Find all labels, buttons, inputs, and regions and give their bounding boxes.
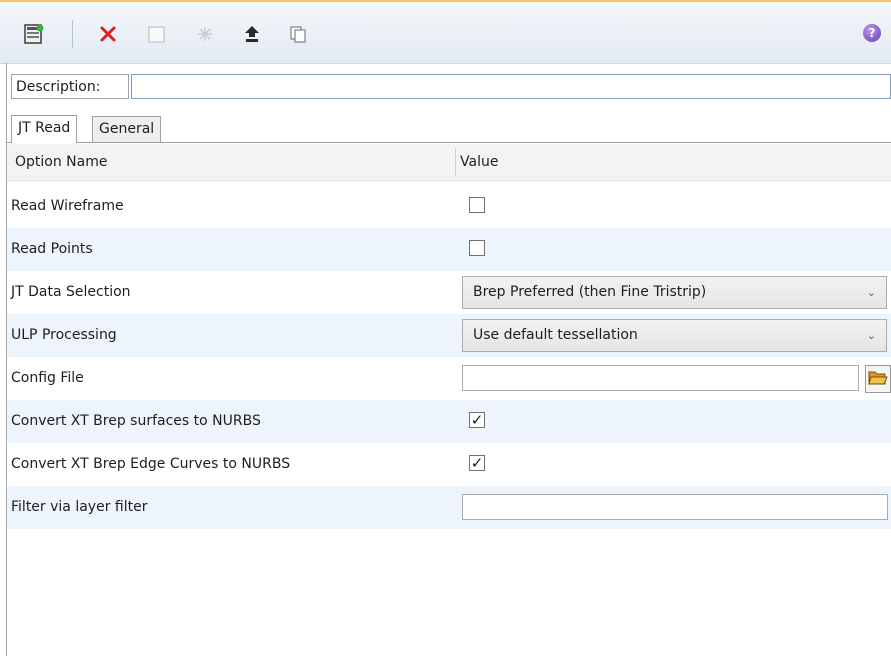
table-row: ULP Processing Use default tessellation … [7,314,891,357]
tab-strip: JT Read General [7,113,891,143]
read-points-checkbox[interactable] [469,240,485,256]
new-option-set-icon[interactable] [22,22,46,46]
tab-underline [7,142,891,143]
option-label: Filter via layer filter [11,499,148,515]
table-row: Filter via layer filter [7,486,891,529]
option-label: Read Wireframe [11,198,124,214]
dropdown-selected-value: Brep Preferred (then Fine Tristrip) [473,284,707,300]
option-value [462,228,887,271]
tab-jt-read[interactable]: JT Read [11,115,78,143]
column-header-value[interactable]: Value [460,144,498,180]
table-row: Read Wireframe [7,185,891,228]
table-row: Convert XT Brep surfaces to NURBS ✓ [7,400,891,443]
option-label: JT Data Selection [11,284,131,300]
convert-surfaces-checkbox[interactable]: ✓ [469,412,485,428]
table-header: Option Name Value [7,144,891,181]
config-file-input[interactable] [462,365,859,391]
folder-open-icon [868,368,888,390]
help-icon[interactable]: ? [863,24,881,42]
asterisk-icon[interactable] [193,22,217,46]
dropdown-selected-value: Use default tessellation [473,327,638,343]
description-input[interactable] [131,74,891,99]
convert-edge-curves-checkbox[interactable]: ✓ [469,455,485,471]
column-header-option-name[interactable]: Option Name [15,144,107,180]
table-row: Convert XT Brep Edge Curves to NURBS ✓ [7,443,891,486]
read-wireframe-checkbox[interactable] [469,197,485,213]
browse-folder-button[interactable] [865,365,891,393]
delete-icon[interactable] [96,22,120,46]
upload-icon[interactable] [240,22,264,46]
chevron-down-icon: ⌄ [866,329,876,342]
option-value: Use default tessellation ⌄ [462,314,887,357]
tab-general[interactable]: General [92,116,162,143]
description-label: Description: [11,74,129,99]
chevron-down-icon: ⌄ [866,286,876,299]
option-label: Config File [11,370,84,386]
option-value: ✓ [462,400,887,443]
ulp-processing-dropdown[interactable]: Use default tessellation ⌄ [462,319,887,352]
table-row: Config File [7,357,891,400]
option-label: ULP Processing [11,327,117,343]
toolbar: ? [0,2,891,64]
option-value: Brep Preferred (then Fine Tristrip) ⌄ [462,271,887,314]
option-label: Convert XT Brep Edge Curves to NURBS [11,456,291,472]
copy-icon[interactable] [286,22,310,46]
option-value [462,486,888,529]
option-value [462,185,887,228]
table-row: Read Points [7,228,891,271]
jt-data-selection-dropdown[interactable]: Brep Preferred (then Fine Tristrip) ⌄ [462,276,887,309]
option-value [462,357,891,400]
description-row: Description: [7,63,891,113]
option-label: Convert XT Brep surfaces to NURBS [11,413,261,429]
option-label: Read Points [11,241,93,257]
column-separator[interactable] [455,148,456,176]
layer-filter-input[interactable] [462,494,888,520]
blank-icon[interactable] [144,22,168,46]
toolbar-separator [72,20,73,48]
table-row: JT Data Selection Brep Preferred (then F… [7,271,891,314]
option-value: ✓ [462,443,887,486]
